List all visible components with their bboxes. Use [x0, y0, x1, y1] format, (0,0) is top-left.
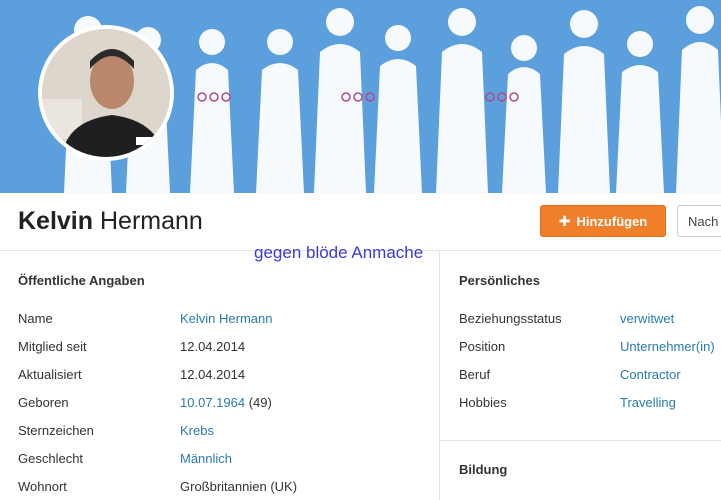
- zodiac-link[interactable]: Krebs: [180, 423, 214, 438]
- first-name: Kelvin: [18, 207, 94, 235]
- member-since-value: 12.04.2014: [180, 339, 246, 354]
- birthdate-value: 10.07.1964 (49): [180, 395, 272, 410]
- avatar[interactable]: [38, 25, 174, 161]
- info-label: Name: [18, 311, 53, 326]
- personal-label: Beziehungsstatus: [459, 311, 562, 326]
- info-label: Mitglied seit: [18, 339, 87, 354]
- message-button-label: Nach: [688, 213, 719, 229]
- profile-name: Kelvin Hermann: [18, 207, 203, 236]
- last-name: Hermann: [99, 207, 203, 235]
- education-title: Bildung: [459, 462, 508, 477]
- add-button-label: Hinzufügen: [576, 213, 648, 229]
- personal-section: Persönliches Beziehungsstatus verwitwet …: [440, 252, 721, 500]
- residence-value: Großbritannien (UK): [180, 479, 298, 494]
- gender-link[interactable]: Männlich: [180, 451, 232, 466]
- updated-value: 12.04.2014: [180, 367, 246, 382]
- public-info-title: Öffentliche Angaben: [18, 273, 145, 288]
- personal-title: Persönliches: [459, 273, 540, 288]
- personal-label: Beruf: [459, 367, 491, 382]
- age-value: (49): [248, 395, 272, 410]
- position-link[interactable]: Unternehmer(in): [620, 339, 715, 354]
- info-label: Sternzeichen: [18, 423, 94, 438]
- avatar-photo: [42, 29, 170, 157]
- add-friend-button[interactable]: ✚ Hinzufügen: [540, 205, 666, 237]
- public-info-section: Öffentliche Angaben Name Kelvin Hermann …: [0, 252, 439, 500]
- name-link[interactable]: Kelvin Hermann: [180, 311, 273, 326]
- plus-icon: ✚: [558, 212, 571, 229]
- message-button[interactable]: Nach: [677, 205, 721, 237]
- personal-label: Hobbies: [459, 395, 507, 410]
- relationship-link[interactable]: verwitwet: [620, 311, 674, 326]
- info-label: Wohnort: [18, 479, 67, 494]
- info-label: Geschlecht: [18, 451, 84, 466]
- hobbies-link[interactable]: Travelling: [620, 395, 676, 410]
- personal-label: Position: [459, 339, 506, 354]
- info-label: Aktualisiert: [18, 367, 82, 382]
- section-divider: [440, 440, 721, 441]
- info-label: Geboren: [18, 395, 69, 410]
- birthdate-link[interactable]: 10.07.1964: [180, 395, 245, 410]
- occupation-link[interactable]: Contractor: [620, 367, 681, 382]
